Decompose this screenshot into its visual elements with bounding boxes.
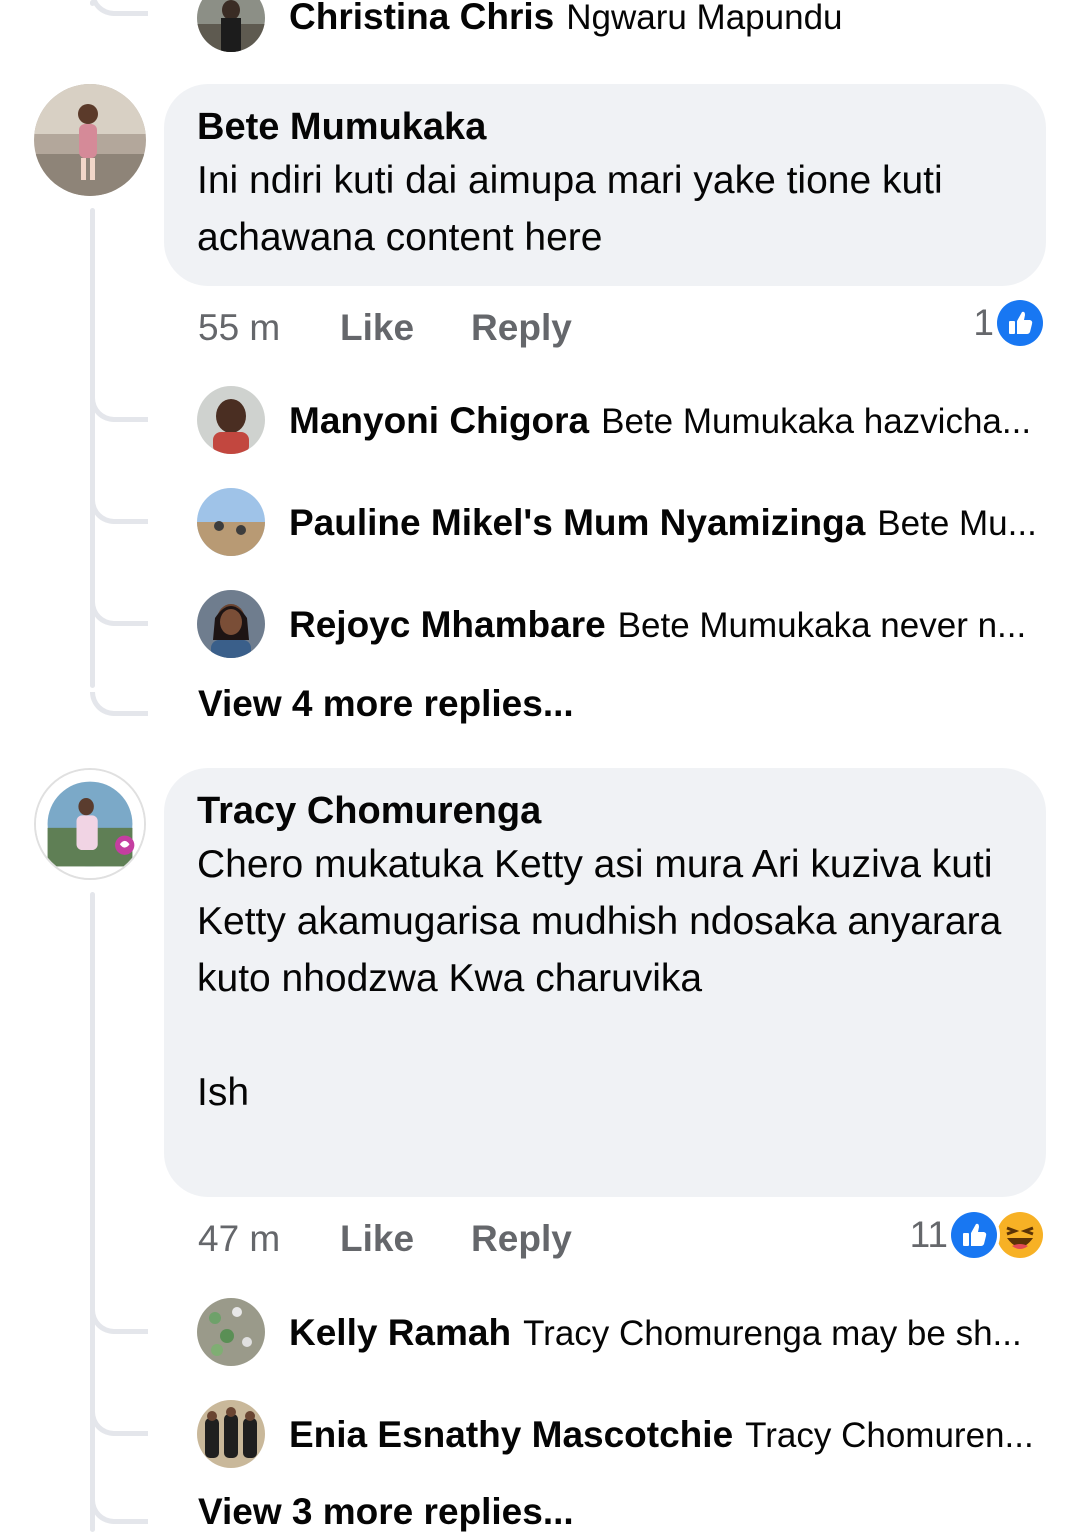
reply-author[interactable]: Enia Esnathy Mascotchie (289, 1414, 733, 1455)
reply-avatar[interactable] (197, 386, 265, 454)
thread-line (90, 892, 95, 1532)
reply-author[interactable]: Manyoni Chigora (289, 400, 589, 441)
thread-branch (90, 1310, 148, 1334)
reply-preview[interactable]: Manyoni Chigora Bete Mumukaka hazvicha... (289, 396, 1041, 446)
like-button[interactable]: Like (340, 1218, 414, 1260)
thread-branch (90, 1500, 148, 1524)
comment-text: Chero mukatuka Ketty asi mura Ari kuziva… (197, 843, 1002, 1114)
comment-actions: 55 m Like Reply (198, 303, 629, 353)
commenter-avatar[interactable] (34, 768, 146, 880)
reply-avatar[interactable] (197, 0, 265, 52)
thread-branch (90, 602, 148, 626)
reply-avatar[interactable] (197, 590, 265, 658)
comment-time[interactable]: 47 m (198, 1218, 340, 1260)
reply-preview[interactable]: Pauline Mikel's Mum Nyamizinga Bete Mu... (289, 498, 1041, 548)
comment-text: Ini ndiri kuti dai aimupa mari yake tion… (197, 159, 943, 259)
reply-button[interactable]: Reply (471, 1218, 572, 1260)
thread-branch (90, 500, 148, 524)
reply-text: Bete Mu... (877, 504, 1037, 543)
comment-author[interactable]: Bete Mumukaka (197, 102, 1012, 152)
reply-button[interactable]: Reply (471, 307, 572, 349)
like-reaction-icon (948, 1209, 1000, 1261)
reply-avatar[interactable] (197, 1400, 265, 1468)
thread-branch (90, 1412, 148, 1436)
view-more-replies-link[interactable]: View 3 more replies... (198, 1487, 574, 1537)
comment-author[interactable]: Tracy Chomurenga (197, 786, 1012, 836)
reply-text: Tracy Chomurenga may be sh... (523, 1314, 1022, 1353)
thread-branch (90, 398, 148, 422)
reply-avatar[interactable] (197, 488, 265, 556)
comment-bubble[interactable]: Tracy Chomurenga Chero mukatuka Ketty as… (164, 768, 1046, 1197)
reply-text: Ngwaru Mapundu (566, 0, 843, 37)
reply-text: Bete Mumukaka never n... (617, 606, 1027, 645)
commenter-avatar[interactable] (34, 84, 146, 196)
reply-preview[interactable]: Christina Chris Ngwaru Mapundu (289, 0, 1041, 42)
comment-time[interactable]: 55 m (198, 307, 340, 349)
view-more-replies-link[interactable]: View 4 more replies... (198, 679, 574, 729)
reply-preview[interactable]: Kelly Ramah Tracy Chomurenga may be sh... (289, 1308, 1041, 1358)
reply-preview[interactable]: Rejoyc Mhambare Bete Mumukaka never n... (289, 600, 1041, 650)
reply-text: Bete Mumukaka hazvicha... (601, 402, 1032, 441)
reply-author[interactable]: Kelly Ramah (289, 1312, 511, 1353)
comment-bubble[interactable]: Bete Mumukaka Ini ndiri kuti dai aimupa … (164, 84, 1046, 286)
reaction-count: 1 (973, 302, 994, 343)
reply-author[interactable]: Rejoyc Mhambare (289, 604, 606, 645)
haha-reaction-icon (994, 1209, 1046, 1261)
comment-actions: 47 m Like Reply (198, 1214, 629, 1264)
like-reaction-icon (994, 297, 1046, 349)
reply-author[interactable]: Pauline Mikel's Mum Nyamizinga (289, 502, 865, 543)
reaction-count: 11 (909, 1214, 948, 1255)
thread-branch (90, 0, 148, 16)
like-button[interactable]: Like (340, 307, 414, 349)
reply-preview[interactable]: Enia Esnathy Mascotchie Tracy Chomuren... (289, 1410, 1041, 1460)
reply-avatar[interactable] (197, 1298, 265, 1366)
reply-text: Tracy Chomuren... (745, 1416, 1034, 1455)
thread-branch (90, 692, 148, 716)
reply-author[interactable]: Christina Chris (289, 0, 554, 37)
reaction-summary[interactable]: 1 (973, 297, 1046, 349)
reaction-summary[interactable]: 11 (909, 1209, 1046, 1261)
